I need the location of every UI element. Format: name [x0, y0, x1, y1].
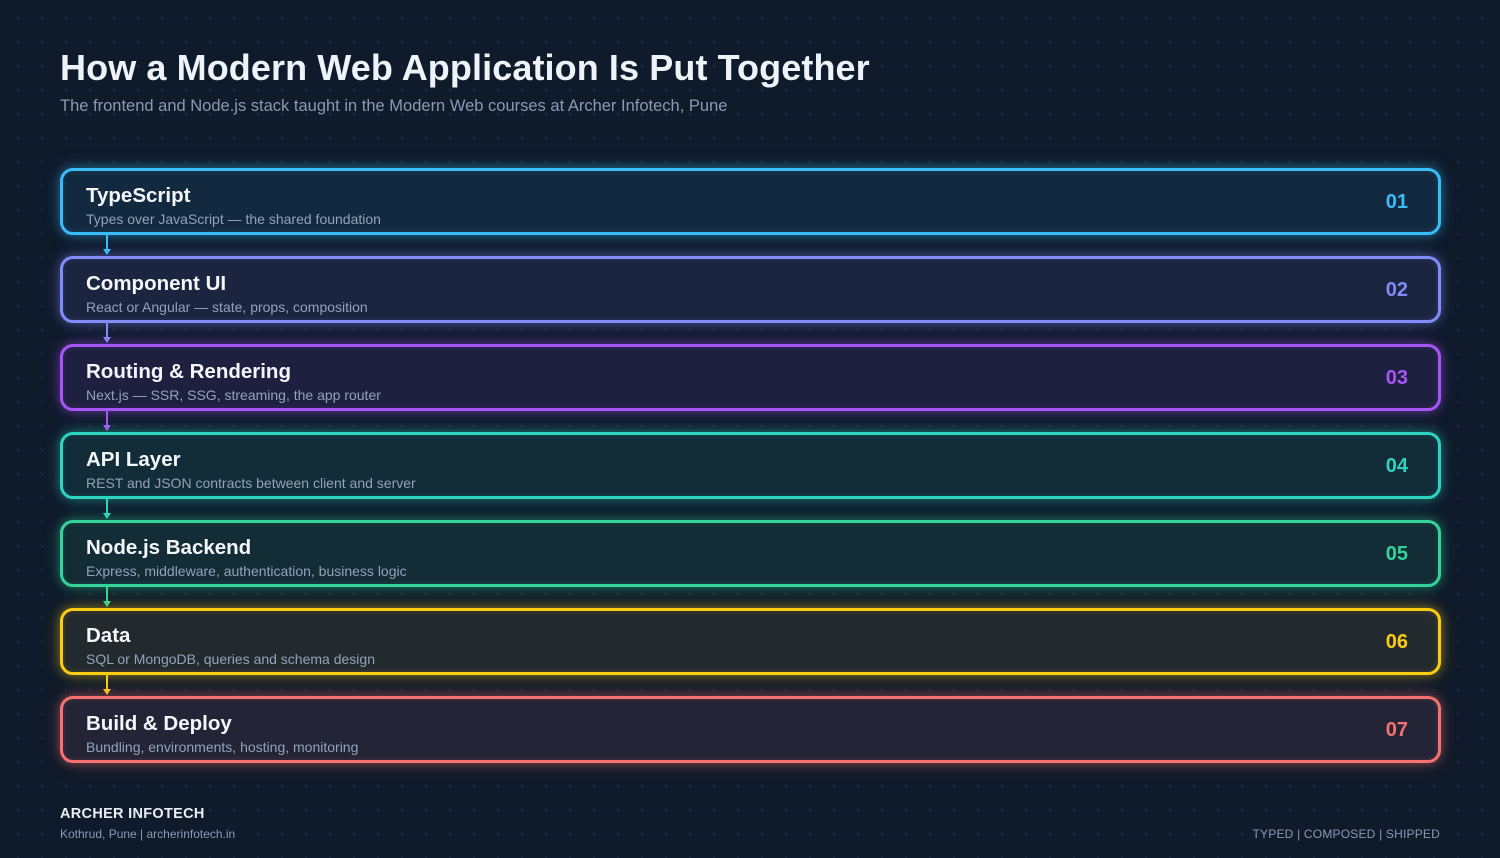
layer-component-ui: Component UI React or Angular — state, p… [60, 256, 1441, 323]
layer-name: Node.js Backend [86, 536, 252, 559]
page-subtitle: The frontend and Node.js stack taught in… [60, 97, 728, 115]
flow-arrow [103, 411, 111, 432]
layer-nodejs-backend: Node.js Backend Express, middleware, aut… [60, 520, 1441, 587]
layer-description: Types over JavaScript — the shared found… [86, 211, 381, 227]
layer-name: Data [86, 624, 131, 647]
layer-typescript: TypeScript Types over JavaScript — the s… [60, 168, 1441, 235]
layer-api: API Layer REST and JSON contracts betwee… [60, 432, 1441, 499]
page-title: How a Modern Web Application Is Put Toge… [60, 47, 870, 88]
footer-brand: ARCHER INFOTECH [60, 806, 205, 822]
layer-name: Routing & Rendering [86, 360, 291, 383]
layer-description: SQL or MongoDB, queries and schema desig… [86, 651, 375, 667]
layer-build-deploy: Build & Deploy Bundling, environments, h… [60, 696, 1441, 763]
layer-description: Bundling, environments, hosting, monitor… [86, 739, 359, 755]
footer-contact: Kothrud, Pune | archerinfotech.in [60, 827, 236, 841]
layer-name: TypeScript [86, 184, 191, 207]
layer-number: 01 [1385, 191, 1408, 213]
layer-routing-rendering: Routing & Rendering Next.js — SSR, SSG, … [60, 344, 1441, 411]
flow-arrow [103, 323, 111, 344]
layer-name: Component UI [86, 272, 227, 295]
layer-number: 05 [1385, 543, 1408, 565]
flow-arrow [103, 587, 111, 608]
layer-number: 04 [1385, 455, 1408, 477]
layer-description: Next.js — SSR, SSG, streaming, the app r… [86, 387, 381, 403]
layer-number: 02 [1385, 279, 1408, 301]
layer-name: Build & Deploy [86, 712, 232, 735]
footer-tags: TYPED | COMPOSED | SHIPPED [1252, 827, 1440, 841]
layer-number: 07 [1385, 719, 1408, 741]
flow-arrow [103, 499, 111, 520]
layer-description: React or Angular — state, props, composi… [86, 299, 368, 315]
flow-arrow [103, 235, 111, 256]
layer-description: REST and JSON contracts between client a… [86, 475, 416, 491]
layer-data: Data SQL or MongoDB, queries and schema … [60, 608, 1441, 675]
layer-description: Express, middleware, authentication, bus… [86, 563, 407, 579]
layer-name: API Layer [86, 448, 181, 471]
layer-number: 03 [1385, 367, 1408, 389]
layer-number: 06 [1385, 631, 1408, 653]
flow-arrow [103, 675, 111, 696]
